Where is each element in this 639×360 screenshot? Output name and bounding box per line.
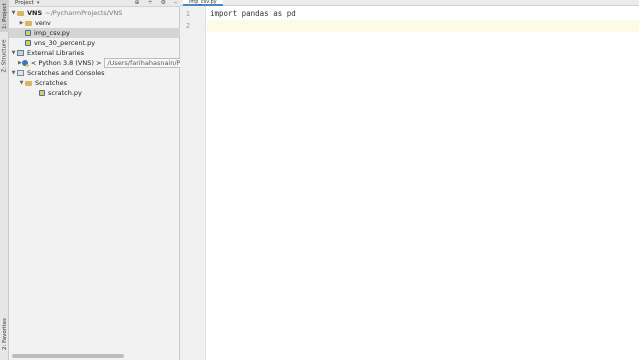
project-tool-tab-label: 1: Project: [1, 3, 8, 29]
tree-item-vns-30-percent[interactable]: vns_30_percent.py: [9, 38, 180, 48]
expand-arrow-icon[interactable]: ▼: [10, 50, 17, 56]
horizontal-scrollbar[interactable]: [12, 354, 124, 358]
favorites-tool-tab[interactable]: 2: Favorites: [0, 314, 9, 354]
tree-item-path: ~/PycharmProjects/VNS: [45, 9, 123, 17]
tree-item-label: venv: [35, 19, 51, 27]
tree-item-scratches[interactable]: ▼ Scratches: [9, 78, 180, 88]
expand-arrow-icon[interactable]: ▼: [10, 10, 17, 16]
tree-item-label: < Python 3.8 (VNS) >: [30, 59, 102, 67]
editor-tab-bar: imp_csv.py: [180, 0, 639, 6]
tree-item-label: External Libraries: [27, 49, 85, 57]
tree-item-label: imp_csv.py: [34, 29, 70, 37]
tree-item-external-libraries[interactable]: ▼ External Libraries: [9, 48, 180, 58]
collapse-all-icon[interactable]: ÷: [148, 0, 153, 6]
structure-tool-tab-label: Z: Structure: [1, 39, 8, 73]
folder-icon: [17, 10, 24, 16]
tree-item-scratches-and-consoles[interactable]: ▼ Scratches and Consoles: [9, 68, 180, 78]
gear-icon[interactable]: ⚙: [161, 0, 166, 6]
minimize-icon[interactable]: –: [174, 0, 177, 6]
tree-item-vns[interactable]: ▼ VNS ~/PycharmProjects/VNS: [9, 8, 180, 18]
project-tool-tab[interactable]: 1: Project: [0, 0, 9, 32]
folder-icon: [25, 20, 32, 26]
library-icon: [17, 50, 24, 56]
favorites-tool-tab-label: 2: Favorites: [1, 318, 8, 350]
scratches-icon: [17, 70, 24, 76]
tree-item-python-env[interactable]: ▶ < Python 3.8 (VNS) > /Users/farihahasn…: [9, 58, 305, 68]
project-view-selector[interactable]: Project: [15, 0, 34, 6]
code-line-current[interactable]: [207, 20, 639, 32]
project-tree: ▼ VNS ~/PycharmProjects/VNS ▶ venv imp_c…: [9, 8, 305, 98]
structure-tool-tab[interactable]: Z: Structure: [0, 38, 9, 74]
expand-arrow-icon[interactable]: ▼: [10, 70, 17, 76]
tree-item-label: Scratches: [35, 79, 67, 87]
tree-item-venv[interactable]: ▶ venv: [9, 18, 180, 28]
line-number: 1: [185, 10, 190, 18]
tree-item-label: vns_30_percent.py: [34, 39, 96, 47]
tool-window-strip: 1: Project Z: Structure 2: Favorites: [0, 0, 9, 360]
python-file-icon: [39, 90, 45, 96]
project-panel-header: Project ▾ ⊕ ÷ ⚙ –: [9, 0, 180, 7]
chevron-down-icon[interactable]: ▾: [37, 0, 40, 6]
locate-file-icon[interactable]: ⊕: [135, 0, 140, 6]
tree-item-imp-csv[interactable]: imp_csv.py: [9, 28, 180, 38]
tree-item-scratch-py[interactable]: scratch.py: [9, 88, 180, 98]
code-line[interactable]: import pandas as pd: [207, 8, 639, 20]
tree-item-label: Scratches and Consoles: [27, 69, 105, 77]
tree-item-label: scratch.py: [48, 89, 82, 97]
line-number: 2: [185, 22, 190, 30]
tree-item-label: VNS: [27, 9, 43, 17]
editor-area: imp_csv.py 1 2 import pandas as pd: [180, 0, 639, 360]
folder-icon: [25, 80, 32, 86]
python-sdk-icon: [21, 60, 29, 67]
python-file-icon: [25, 40, 31, 46]
collapse-arrow-icon[interactable]: ▶: [18, 20, 25, 26]
project-panel-toolbar: ⊕ ÷ ⚙ –: [135, 0, 177, 6]
line-number-gutter: 1 2: [180, 6, 206, 360]
project-panel: Project ▾ ⊕ ÷ ⚙ – ▼ VNS ~/PycharmProject…: [9, 0, 305, 360]
expand-arrow-icon[interactable]: ▼: [18, 80, 25, 86]
python-file-icon: [25, 30, 31, 36]
